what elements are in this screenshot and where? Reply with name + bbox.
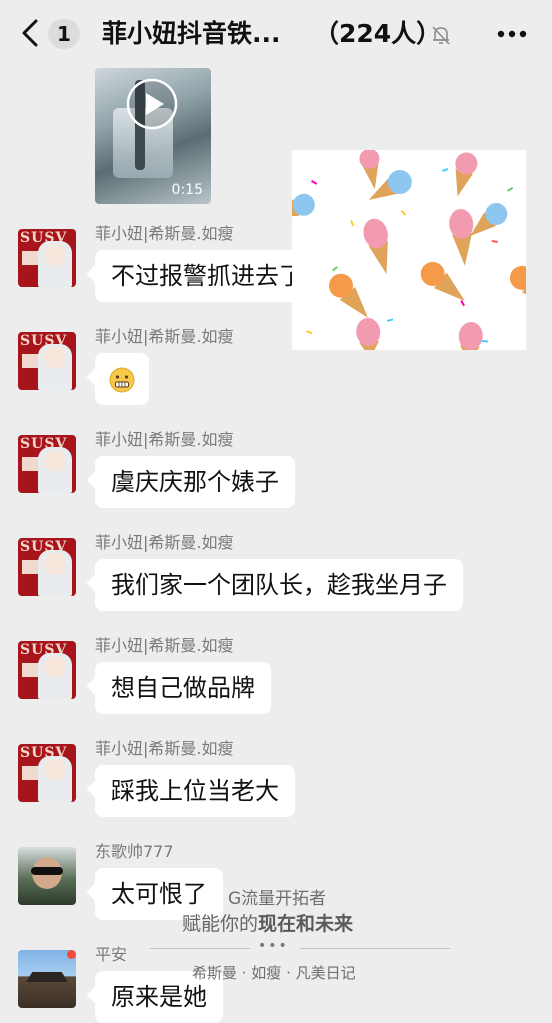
sender-name: 菲小妞|希斯曼.如瘦 (95, 533, 234, 552)
watermark-dots: ••• (258, 938, 289, 954)
avatar[interactable]: SUSV (18, 641, 76, 699)
message-bubble[interactable]: 虞庆庆那个婊子 (95, 456, 295, 508)
chat-title[interactable]: 菲小妞抖音铁... (102, 14, 292, 54)
watermark-rule-right (300, 948, 450, 949)
avatar[interactable]: SUSV (18, 435, 76, 493)
sender-name: 菲小妞|希斯曼.如瘦 (95, 224, 234, 243)
avatar-photo (38, 653, 72, 699)
avatar[interactable]: SUSV (18, 744, 76, 802)
member-count[interactable]: （224人） (314, 14, 441, 54)
chat-header: 1 菲小妞抖音铁... （224人） (0, 0, 552, 66)
watermark-rule-left (150, 948, 250, 949)
sender-name: 菲小妞|希斯曼.如瘦 (95, 430, 234, 449)
avatar[interactable]: SUSV (18, 332, 76, 390)
sender-name: 菲小妞|希斯曼.如瘦 (95, 636, 234, 655)
bell-off-icon (432, 26, 450, 45)
notification-dot (67, 950, 76, 959)
grimace-emoji-icon (109, 367, 135, 393)
message-bubble[interactable]: 太可恨了 (95, 868, 223, 920)
message-bubble[interactable]: 想自己做品牌 (95, 662, 271, 714)
avatar[interactable] (18, 847, 76, 905)
sender-name: 菲小妞|希斯曼.如瘦 (95, 327, 234, 346)
avatar-photo (38, 344, 72, 390)
avatar-photo (38, 241, 72, 287)
ice-cream-sticker (292, 150, 526, 350)
message-bubble[interactable]: 原来是她 (95, 971, 223, 1023)
sender-name: 菲小妞|希斯曼.如瘦 (95, 739, 234, 758)
play-icon[interactable] (125, 77, 179, 131)
message-bubble[interactable]: 踩我上位当老大 (95, 765, 295, 817)
message-bubble[interactable]: 不过报警抓进去了 (95, 250, 319, 302)
watermark: G流量开拓者 赋能你的现在和未来 ••• 希斯曼 · 如瘦 · 凡美日记 (0, 880, 552, 1000)
avatar-photo (38, 756, 72, 802)
watermark-line1: G流量开拓者 (228, 889, 327, 909)
unread-badge[interactable]: 1 (48, 19, 80, 49)
avatar[interactable]: SUSV (18, 538, 76, 596)
sender-name: 东歌帅777 (95, 842, 174, 861)
message-bubble[interactable] (95, 353, 149, 405)
message-bubble[interactable]: 我们家一个团队长，趁我坐月子 (95, 559, 463, 611)
video-duration: 0:15 (171, 182, 203, 198)
avatar-roof (26, 972, 68, 982)
sender-name: 平安 (95, 945, 128, 964)
avatar-photo (38, 550, 72, 596)
chevron-left-icon[interactable] (18, 18, 44, 48)
avatar-glasses (31, 867, 63, 875)
watermark-line2-bold: 现在和未来 (258, 913, 354, 935)
more-dots-icon[interactable] (496, 22, 528, 46)
avatar-photo (38, 447, 72, 493)
avatar[interactable] (18, 950, 76, 1008)
avatar[interactable]: SUSV (18, 229, 76, 287)
video-message[interactable]: 0:15 (95, 68, 211, 204)
